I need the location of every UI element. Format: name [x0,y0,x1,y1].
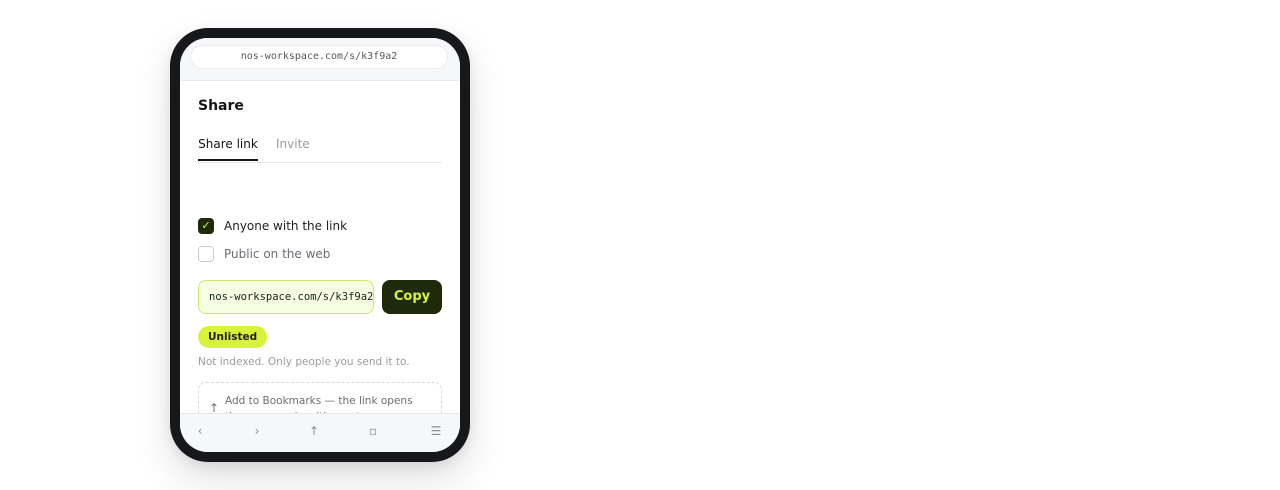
option-label: Public on the web [224,247,331,261]
share-link-field[interactable]: nos-workspace.com/s/k3f9a2 [198,280,374,314]
address-bar[interactable]: nos-workspace.com/s/k3f9a2 [190,45,448,69]
phone-frame: nos-workspace.com/s/k3f9a2 Share Share l… [170,28,470,462]
status-badge: Unlisted [198,326,268,348]
share-tabs: Share link Invite [198,132,442,163]
option-anyone-with-link[interactable]: ✓ Anyone with the link [198,218,442,236]
share-title: Share [198,98,244,114]
menu-icon[interactable]: ☰ [424,424,448,442]
check-icon[interactable]: ✓ [198,218,214,234]
chevron-left-icon[interactable]: ‹ [188,424,212,442]
tab-share-link[interactable]: Share link [198,137,258,161]
copy-button[interactable]: Copy [382,280,442,314]
share-arrow-icon[interactable]: ↑ [302,424,326,442]
phone-screen: nos-workspace.com/s/k3f9a2 Share Share l… [180,38,460,452]
visibility-hint: Not indexed. Only people you send it to. [198,356,410,368]
browser-toolbar: ‹ › ↑ ▫ ☰ [180,413,460,452]
option-public-on-web[interactable]: Public on the web [198,246,442,264]
tab-invite[interactable]: Invite [276,137,310,161]
browser-address-area: nos-workspace.com/s/k3f9a2 [180,38,460,81]
option-label: Anyone with the link [224,219,348,233]
chevron-right-icon[interactable]: › [245,424,269,442]
tabs-icon[interactable]: ▫ [361,424,385,442]
checkbox[interactable] [198,246,214,262]
